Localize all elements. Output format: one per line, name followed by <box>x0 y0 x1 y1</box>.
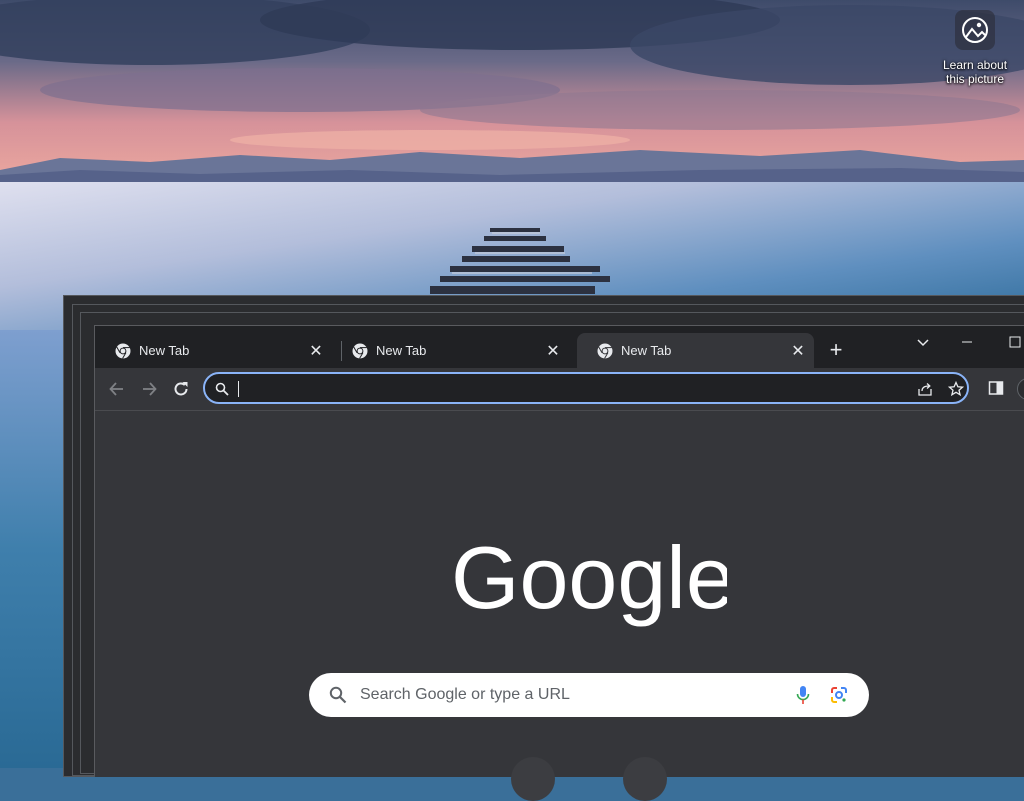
minimize-icon[interactable] <box>957 332 977 352</box>
maximize-icon[interactable] <box>1005 332 1024 352</box>
search-icon <box>329 686 347 704</box>
tab-new-tab-1[interactable]: New Tab ✕ <box>95 333 332 368</box>
spotlight-label-line1: Learn about <box>942 58 1008 72</box>
close-tab-icon[interactable]: ✕ <box>545 343 561 360</box>
tab-new-tab-3-active[interactable]: New Tab ✕ <box>577 333 814 368</box>
learn-about-picture-button[interactable]: Learn about this picture <box>940 10 1010 86</box>
chrome-favicon-icon <box>352 343 368 359</box>
tab-search-icon[interactable] <box>915 334 931 350</box>
share-icon[interactable] <box>917 381 933 397</box>
close-tab-icon[interactable]: ✕ <box>308 343 324 360</box>
text-caret <box>238 381 239 397</box>
tab-new-tab-2[interactable]: New Tab ✕ <box>332 333 569 368</box>
new-tab-page: Google Search Google or type a URL <box>95 410 1024 801</box>
address-input[interactable] <box>235 378 889 400</box>
shortcut-tile[interactable] <box>623 757 667 801</box>
new-tab-button[interactable]: + <box>826 339 846 361</box>
forward-arrow-icon[interactable] <box>139 379 159 399</box>
bookmark-star-icon[interactable] <box>948 381 964 397</box>
tab-title: New Tab <box>621 343 672 358</box>
tab-title: New Tab <box>139 343 190 358</box>
picture-info-icon <box>955 10 995 50</box>
back-arrow-icon[interactable] <box>107 379 127 399</box>
browser-window: New Tab ✕ New Tab ✕ New Tab ✕ + Google S… <box>94 325 1024 801</box>
voice-search-icon[interactable] <box>795 685 811 705</box>
ntp-search-box[interactable]: Search Google or type a URL <box>309 673 869 717</box>
browser-toolbar <box>95 368 1024 430</box>
close-tab-icon[interactable]: ✕ <box>790 343 806 360</box>
search-icon <box>215 382 229 396</box>
google-logo: Google <box>451 534 727 627</box>
google-lens-icon[interactable] <box>829 685 849 705</box>
address-bar[interactable] <box>203 372 969 404</box>
svg-text:Google: Google <box>451 534 727 627</box>
shortcut-tile[interactable] <box>511 757 555 801</box>
spotlight-label-line2: this picture <box>945 72 1005 86</box>
chrome-favicon-icon <box>597 343 613 359</box>
reload-icon[interactable] <box>171 379 191 399</box>
side-panel-icon[interactable] <box>988 380 1004 396</box>
chrome-favicon-icon <box>115 343 131 359</box>
ntp-search-placeholder: Search Google or type a URL <box>360 686 570 703</box>
profile-avatar[interactable] <box>1017 378 1024 400</box>
tab-title: New Tab <box>376 343 427 358</box>
tab-strip: New Tab ✕ New Tab ✕ New Tab ✕ + <box>95 326 1024 368</box>
